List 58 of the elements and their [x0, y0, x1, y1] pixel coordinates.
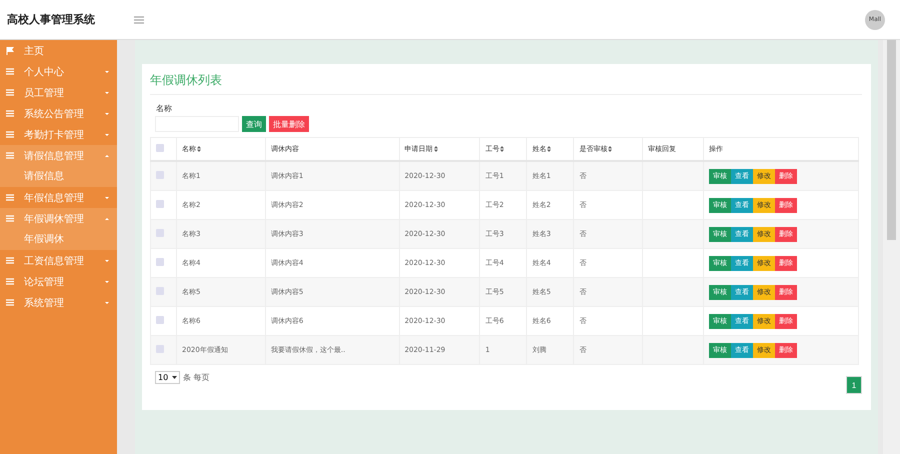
- list-icon: [6, 215, 14, 222]
- caret-icon: [105, 112, 109, 114]
- caret-icon: [105, 280, 109, 282]
- sidebar-item[interactable]: 系统公告管理: [0, 103, 117, 124]
- caret-icon: [105, 70, 109, 72]
- list-icon: [6, 89, 14, 96]
- scrollbar[interactable]: [883, 40, 900, 454]
- sidebar-item[interactable]: 个人中心: [0, 61, 117, 82]
- caret-icon: [105, 218, 109, 220]
- sort-icon[interactable]: [197, 146, 201, 152]
- list-icon: [6, 131, 14, 138]
- row-checkbox[interactable]: [156, 200, 164, 208]
- sort-icon[interactable]: [547, 146, 552, 152]
- list-icon: [6, 194, 14, 201]
- page-size-label: 条 每页: [183, 372, 210, 383]
- sidebar-subitem[interactable]: 请假信息: [0, 166, 117, 187]
- field-label: 名称: [156, 103, 173, 114]
- sort-icon[interactable]: [608, 146, 612, 152]
- caret-icon: [105, 196, 109, 198]
- app-title: 高校人事管理系统: [7, 12, 96, 27]
- row-checkbox[interactable]: [156, 171, 164, 179]
- list-icon: [6, 278, 14, 285]
- row-checkbox[interactable]: [156, 316, 164, 324]
- sidebar-item[interactable]: 请假信息管理: [0, 145, 117, 166]
- menu-icon[interactable]: [134, 16, 144, 24]
- row-checkbox[interactable]: [156, 287, 164, 295]
- dropdown-caret-icon: [172, 376, 178, 379]
- page-size-select[interactable]: 10: [155, 371, 180, 384]
- caret-icon: [105, 134, 109, 136]
- sidebar-item[interactable]: 论坛管理: [0, 271, 117, 292]
- search-button[interactable]: 查询: [242, 116, 266, 132]
- batch-delete-button[interactable]: 批量删除: [269, 116, 309, 132]
- sidebar-item[interactable]: 年假调休管理: [0, 208, 117, 229]
- caret-icon: [105, 260, 109, 262]
- list-icon: [6, 299, 14, 306]
- sidebar-item[interactable]: 考勤打卡管理: [0, 124, 117, 145]
- select-all-checkbox[interactable]: [156, 144, 164, 152]
- list-icon: [6, 257, 14, 264]
- sort-icon[interactable]: [434, 146, 438, 152]
- list-icon: [6, 110, 14, 117]
- row-checkbox[interactable]: [156, 258, 164, 266]
- sort-icon[interactable]: [500, 146, 504, 152]
- row-checkbox[interactable]: [156, 229, 164, 237]
- flag-icon: [6, 46, 14, 54]
- sidebar-item[interactable]: 工资信息管理: [0, 250, 117, 271]
- list-icon: [6, 68, 14, 75]
- sidebar-item[interactable]: 年假信息管理: [0, 187, 117, 208]
- sidebar-subitem[interactable]: 年假调休: [0, 229, 117, 250]
- list-icon: [6, 152, 14, 159]
- caret-icon: [105, 302, 109, 304]
- sidebar-item[interactable]: 员工管理: [0, 82, 117, 103]
- row-checkbox[interactable]: [156, 345, 164, 353]
- sidebar-item[interactable]: 系统管理: [0, 292, 117, 313]
- caret-icon: [105, 154, 109, 156]
- caret-icon: [105, 92, 109, 94]
- sidebar-item[interactable]: 主页: [0, 40, 117, 61]
- page-button[interactable]: 1: [846, 376, 862, 394]
- panel-title: 年假调休列表: [150, 72, 862, 95]
